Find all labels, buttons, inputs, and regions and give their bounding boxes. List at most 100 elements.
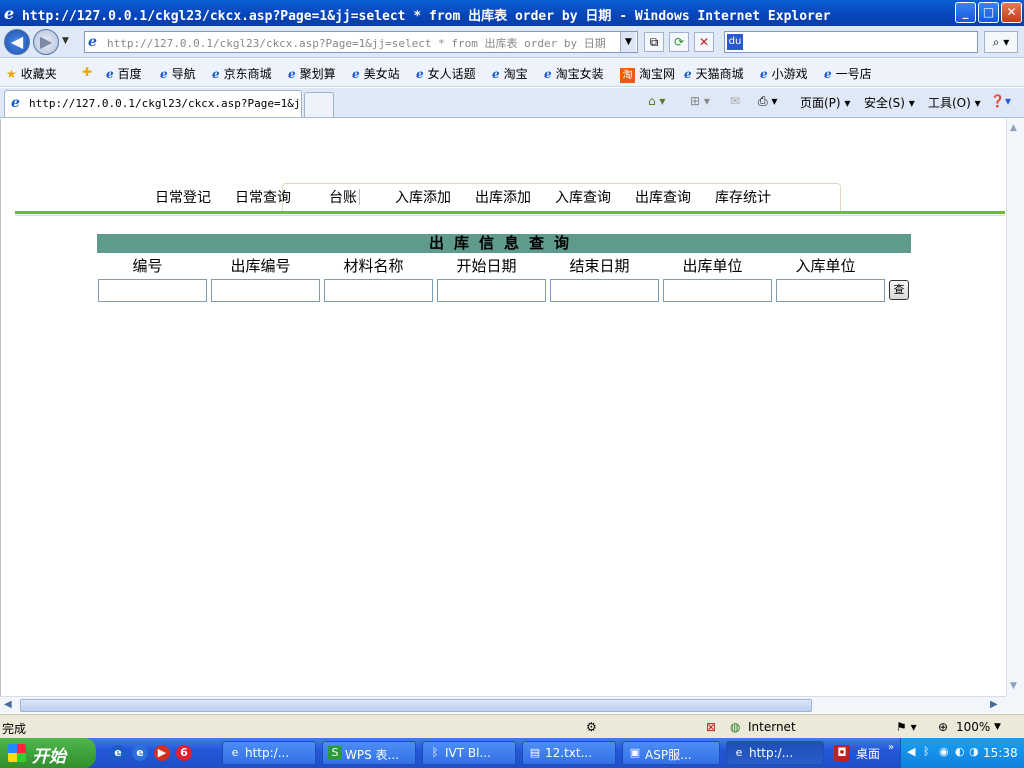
help-icon[interactable]: ❓▾ bbox=[990, 94, 1011, 108]
query-button[interactable]: 查 bbox=[889, 280, 909, 300]
start-date-input[interactable] bbox=[437, 279, 546, 302]
favorite-link[interactable]: e 小游戏 bbox=[760, 65, 808, 82]
scroll-right-icon[interactable]: ▶ bbox=[990, 699, 998, 710]
bluetooth-icon: ᛒ bbox=[431, 746, 439, 759]
popup-blocker-icon[interactable]: ⚑ ▾ bbox=[896, 720, 917, 734]
material-input[interactable] bbox=[324, 279, 433, 302]
address-dropdown-icon[interactable]: ▼ bbox=[620, 32, 636, 52]
favorite-link[interactable]: e 京东商城 bbox=[212, 65, 272, 82]
start-button[interactable]: 开始 bbox=[0, 738, 96, 768]
task-item[interactable]: ᛒ IVT Bl... bbox=[422, 741, 516, 765]
scroll-down-icon[interactable]: ▼ bbox=[1010, 681, 1017, 691]
tray-app-icon[interactable]: ◘ bbox=[834, 745, 850, 761]
tray-expand-icon[interactable]: ◀ bbox=[907, 745, 915, 758]
favorite-link[interactable]: e 女人话题 bbox=[416, 65, 476, 82]
favorite-link[interactable]: e 淘宝女装 bbox=[544, 65, 604, 82]
task-item[interactable]: ▤ 12.txt... bbox=[522, 741, 616, 765]
ie-page-icon: e bbox=[492, 67, 500, 81]
out-unit-input[interactable] bbox=[663, 279, 772, 302]
back-button[interactable]: ◀ bbox=[4, 29, 30, 55]
status-text: 完成 bbox=[2, 722, 27, 736]
zoom-level[interactable]: 100% bbox=[956, 720, 990, 734]
nav-item-stock-out-query[interactable]: 出库查询 bbox=[635, 187, 691, 207]
nav-item-daily-register[interactable]: 日常登记 bbox=[155, 187, 211, 207]
stop-icon[interactable]: ✕ bbox=[694, 32, 714, 52]
quicklaunch-ie2-icon[interactable]: e bbox=[132, 745, 148, 761]
address-input[interactable]: e http://127.0.0.1/ckgl23/ckcx.asp?Page=… bbox=[84, 31, 638, 53]
favorite-link[interactable]: e 一号店 bbox=[824, 65, 872, 82]
home-icon[interactable]: ⌂ ▾ bbox=[648, 94, 665, 108]
column-header-material: 材料名称 bbox=[343, 257, 404, 275]
ie-page-icon: e bbox=[824, 67, 832, 81]
horizontal-scroll-thumb[interactable] bbox=[20, 699, 812, 712]
nav-item-stock-in-add[interactable]: 入库添加 bbox=[395, 187, 451, 207]
favorite-link[interactable]: e 百度 bbox=[106, 65, 142, 82]
zoom-dropdown-icon[interactable]: ▼ bbox=[994, 722, 1001, 732]
horizontal-scrollbar[interactable]: ◀ ▶ bbox=[0, 696, 1006, 713]
out-id-input[interactable] bbox=[211, 279, 320, 302]
tray-volume-icon[interactable]: ◐ bbox=[955, 745, 965, 758]
wps-sheet-icon: S bbox=[328, 746, 342, 760]
protected-mode-icon[interactable]: ⊠ bbox=[706, 720, 716, 734]
nav-item-daily-query[interactable]: 日常查询 bbox=[235, 187, 291, 207]
page-menu[interactable]: 页面(P) ▾ bbox=[800, 94, 850, 111]
favorites-button[interactable]: ★ 收藏夹 bbox=[6, 65, 57, 82]
favorite-link[interactable]: e 美女站 bbox=[352, 65, 400, 82]
in-unit-input[interactable] bbox=[776, 279, 885, 302]
scroll-left-icon[interactable]: ◀ bbox=[4, 699, 12, 710]
toolbar-expand-icon[interactable]: » bbox=[888, 742, 894, 753]
vertical-scrollbar[interactable]: ▲ ▼ bbox=[1006, 119, 1024, 696]
tray-security-icon[interactable]: ◑ bbox=[969, 745, 979, 758]
arrow-left-icon: ◀ bbox=[10, 32, 24, 51]
close-button[interactable]: ✕ bbox=[1001, 2, 1022, 23]
safety-menu[interactable]: 安全(S) ▾ bbox=[864, 94, 915, 111]
feeds-icon[interactable]: ⊞ ▾ bbox=[690, 94, 710, 108]
add-favorite-icon[interactable]: ✚ bbox=[82, 65, 96, 79]
favorites-bar: ★ 收藏夹 ✚ e 百度 e 导航 e 京东商城 e 聚划算 e 美女站 e 女人话题 e 淘宝… bbox=[0, 59, 1024, 87]
end-date-input[interactable] bbox=[550, 279, 659, 302]
tray-bluetooth-icon[interactable]: ᛒ bbox=[923, 745, 930, 758]
system-tray: ◀ ᛒ ◉ ◐ ◑ 15:38 bbox=[900, 738, 1024, 768]
search-button[interactable]: ⌕ ▾ bbox=[984, 31, 1018, 53]
quicklaunch-app-icon[interactable]: 6 bbox=[176, 745, 192, 761]
nav-item-ledger[interactable]: 台账 bbox=[329, 187, 357, 207]
address-toolbar: ◀ ▶ ▼ e http://127.0.0.1/ckgl23/ckcx.asp… bbox=[0, 26, 1024, 58]
nav-item-stock-in-query[interactable]: 入库查询 bbox=[555, 187, 611, 207]
maximize-button[interactable]: □ bbox=[978, 2, 999, 23]
forward-button[interactable]: ▶ bbox=[33, 29, 59, 55]
clock: 15:38 bbox=[983, 746, 1018, 760]
task-item[interactable]: ▣ ASP服... bbox=[622, 741, 720, 765]
scroll-up-icon[interactable]: ▲ bbox=[1010, 123, 1017, 133]
favorite-link[interactable]: e 导航 bbox=[160, 65, 196, 82]
column-header-out-unit: 出库单位 bbox=[682, 257, 743, 275]
mail-icon[interactable]: ✉ bbox=[730, 94, 740, 108]
addon-icon[interactable]: ⚙ bbox=[586, 720, 597, 734]
favorite-link[interactable]: e 聚划算 bbox=[288, 65, 336, 82]
ie-page-icon: e bbox=[288, 67, 296, 81]
new-tab-button[interactable] bbox=[304, 92, 334, 117]
minimize-button[interactable]: _ bbox=[955, 2, 976, 23]
desktop-toolbar-label[interactable]: 桌面 bbox=[856, 745, 880, 762]
nav-item-stock-out-add[interactable]: 出库添加 bbox=[475, 187, 531, 207]
print-icon[interactable]: ⎙ ▾ bbox=[758, 94, 777, 109]
search-input[interactable]: du bbox=[724, 31, 978, 53]
tray-network-icon[interactable]: ◉ bbox=[939, 745, 949, 758]
compatibility-view-icon[interactable]: ⧉ bbox=[644, 32, 664, 52]
tab-active[interactable]: e http://127.0.0.1/ckgl23/ckcx.asp?Page=… bbox=[4, 90, 302, 117]
nav-item-inventory-stats[interactable]: 库存统计 bbox=[715, 187, 771, 207]
tools-menu[interactable]: 工具(O) ▾ bbox=[928, 94, 981, 111]
quicklaunch-player-icon[interactable]: ▶ bbox=[154, 745, 170, 761]
task-item-active[interactable]: e http:/... bbox=[726, 741, 824, 765]
id-input[interactable] bbox=[98, 279, 207, 302]
history-dropdown-icon[interactable]: ▼ bbox=[62, 36, 69, 46]
task-item[interactable]: e http:/... bbox=[222, 741, 316, 765]
favorite-link[interactable]: 淘淘宝网 bbox=[620, 65, 675, 83]
refresh-icon[interactable]: ⟳ bbox=[669, 32, 689, 52]
task-item[interactable]: S WPS 表... bbox=[322, 741, 416, 765]
favorite-link[interactable]: e 天猫商城 bbox=[684, 65, 744, 82]
security-zone: Internet bbox=[748, 720, 796, 734]
taobao-icon: 淘 bbox=[620, 68, 635, 83]
favorite-link[interactable]: e 淘宝 bbox=[492, 65, 528, 82]
quicklaunch-ie-icon[interactable]: e bbox=[110, 745, 126, 761]
ie-logo-icon: e bbox=[4, 4, 15, 23]
